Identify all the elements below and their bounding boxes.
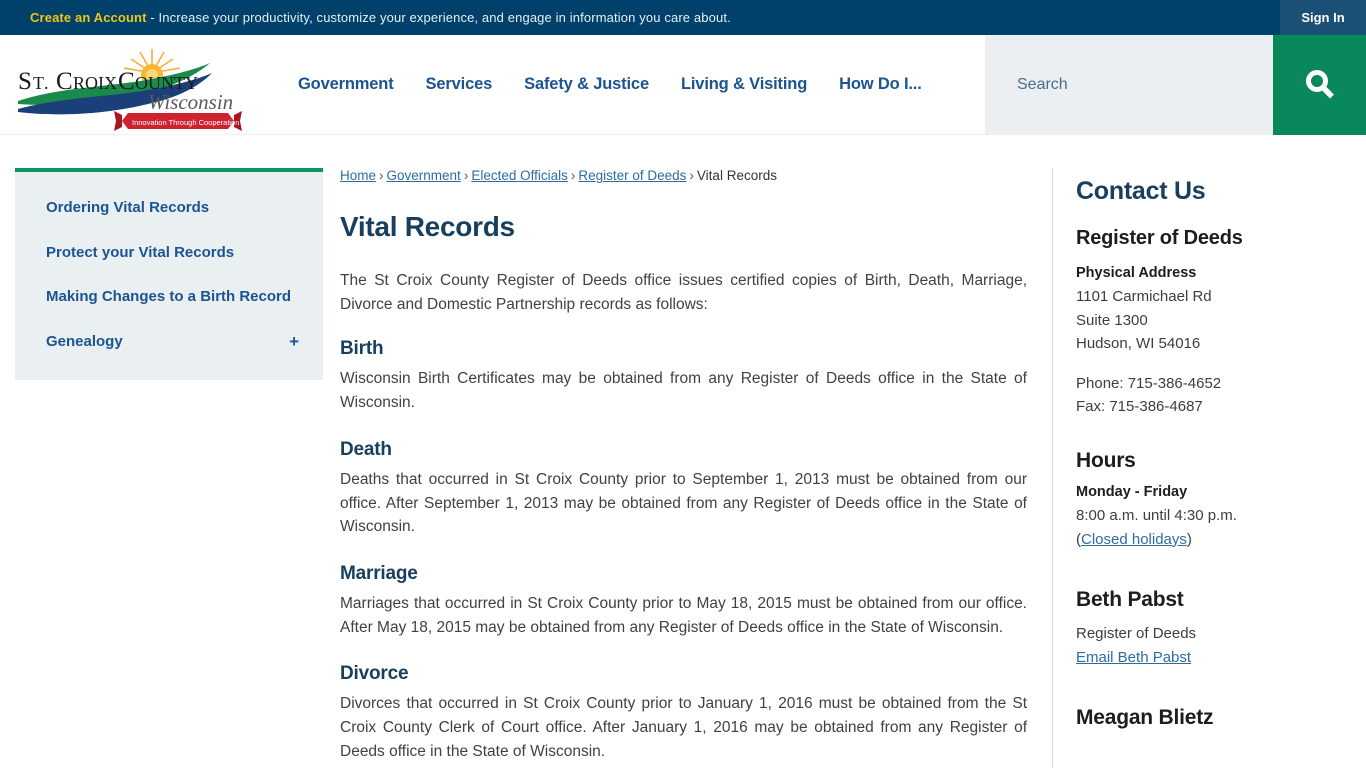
contact-sidebar: Contact Us Register of Deeds Physical Ad… [1052,168,1366,768]
top-utility-bar: Create an Account - Increase your produc… [0,0,1366,35]
sidebar-item-label: Genealogy [46,332,123,350]
address-line-1: 1101 Carmichael Rd [1076,288,1212,306]
section-navigation: Ordering Vital Records Protect your Vita… [15,168,323,381]
main-navigation: Government Services Safety & Justice Liv… [258,35,922,135]
svg-text:T: T [33,73,44,93]
holidays-note: (Closed holidays) [1076,528,1351,552]
fax-number: Fax: 715-386-4687 [1076,398,1203,416]
intro-paragraph: The St Croix County Register of Deeds of… [340,272,1027,313]
sidebar-item-label: Making Changes to a Birth Record [46,288,292,305]
page-title: Vital Records [340,211,515,242]
physical-address-label: Physical Address [1076,265,1197,281]
email-beth-pabst-link[interactable]: Email Beth Pabst [1076,649,1191,666]
sidebar-item-ordering-vital-records[interactable]: Ordering Vital Records [15,186,323,231]
address-line-3: Hudson, WI 54016 [1076,335,1201,353]
person-name-beth-pabst: Beth Pabst [1076,588,1184,612]
section-body-death: Deaths that occurred in St Croix County … [340,470,1027,536]
section-heading-death: Death [340,438,392,460]
breadcrumb-link-elected-officials[interactable]: Elected Officials [471,168,568,183]
search-icon [1305,70,1334,99]
sidebar-item-label: Protect your Vital Records [46,243,235,261]
phone-number: Phone: 715-386-4652 [1076,374,1222,392]
svg-text:Wisconsin: Wisconsin [148,90,233,114]
svg-text:.: . [44,73,49,93]
search-input[interactable] [985,35,1273,135]
search-button[interactable] [1273,35,1366,135]
nav-item-safety-justice[interactable]: Safety & Justice [524,75,649,94]
hours-days: Monday - Friday [1076,483,1188,500]
nav-item-living-visiting[interactable]: Living & Visiting [681,75,807,94]
breadcrumb-separator: › [570,168,576,183]
contact-us-title: Contact Us [1076,177,1206,205]
hours-title: Hours [1076,448,1136,472]
section-heading-marriage: Marriage [340,562,418,584]
svg-text:Innovation Through Cooperation: Innovation Through Cooperation [132,118,239,127]
svg-text:C: C [118,68,135,95]
logo-graphic: S T . C ROIX C OUNTY Wisconsin Innovatio… [18,48,242,131]
breadcrumb: Home › Government › Elected Officials › Regist… [340,168,1027,183]
breadcrumb-current: Vital Records [696,168,777,183]
main-content: Home › Government › Elected Officials › Regist… [340,168,1052,768]
hours-times: 8:00 a.m. until 4:30 p.m. [1076,507,1237,525]
account-promo-message: Create an Account - Increase your produc… [30,10,731,25]
breadcrumb-separator: › [689,168,694,183]
expand-plus-icon[interactable]: + [281,331,299,354]
breadcrumb-separator: › [379,168,384,183]
nav-item-government[interactable]: Government [298,75,394,94]
person-name-meagan-blietz: Meagan Blietz [1076,706,1214,730]
page-body: Ordering Vital Records Protect your Vita… [0,135,1366,768]
section-body-divorce: Divorces that occurred in St Croix Count… [340,695,1027,760]
site-logo[interactable]: S T . C ROIX C OUNTY Wisconsin Innovatio… [0,35,258,135]
paren-close: ) [1186,530,1192,548]
breadcrumb-link-government[interactable]: Government [387,168,461,183]
contact-department: Register of Deeds [1076,227,1243,249]
sign-in-label: Sign In [1301,10,1345,25]
search-area [985,35,1366,135]
sidebar-item-genealogy[interactable]: Genealogy + [15,320,323,365]
section-heading-divorce: Divorce [340,663,409,685]
person-role-beth-pabst: Register of Deeds [1076,625,1197,643]
breadcrumb-link-register-of-deeds[interactable]: Register of Deeds [578,168,686,183]
section-body-birth: Wisconsin Birth Certificates may be obta… [340,370,1027,412]
sidebar-item-protect-your-vital-records[interactable]: Protect your Vital Records [15,231,323,276]
left-column: Ordering Vital Records Protect your Vita… [0,168,340,768]
nav-item-how-do-i[interactable]: How Do I... [839,75,922,94]
nav-item-services[interactable]: Services [426,75,493,94]
svg-text:S: S [18,68,32,95]
section-heading-birth: Birth [340,338,384,360]
svg-text:ROIX: ROIX [73,73,117,93]
sidebar-item-label: Ordering Vital Records [46,199,210,216]
breadcrumb-separator: › [463,168,469,183]
svg-text:C: C [56,68,73,95]
breadcrumb-link-home[interactable]: Home [340,168,376,183]
site-header: S T . C ROIX C OUNTY Wisconsin Innovatio… [0,35,1366,135]
promo-text: - Increase your productivity, customize … [146,10,731,25]
sidebar-item-making-changes-to-a-birth-record[interactable]: Making Changes to a Birth Record [15,275,323,320]
address-line-2: Suite 1300 [1076,311,1148,329]
section-body-marriage: Marriages that occurred in St Croix Coun… [340,594,1027,636]
create-account-link[interactable]: Create an Account [30,10,147,25]
closed-holidays-link[interactable]: Closed holidays [1081,531,1187,548]
sign-in-button[interactable]: Sign In [1280,0,1366,35]
